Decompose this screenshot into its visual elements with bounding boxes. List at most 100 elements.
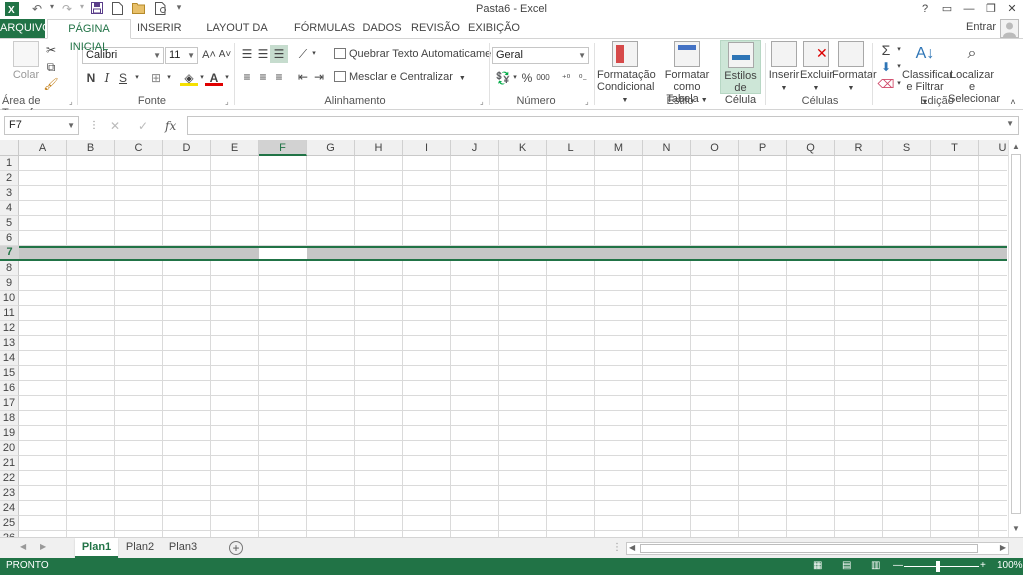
increase-indent-icon[interactable]: ⇥ [310,68,328,86]
column-header[interactable]: A [19,140,67,156]
tab-dados[interactable]: DADOS [362,19,402,38]
column-header[interactable]: H [355,140,403,156]
row-header[interactable]: 3 [0,186,19,201]
row-header[interactable]: 23 [0,486,19,501]
column-header[interactable]: M [595,140,643,156]
row-header[interactable]: 15 [0,366,19,381]
page-break-view-icon[interactable]: ▥ [871,560,880,571]
column-header[interactable]: D [163,140,211,156]
column-header[interactable]: Q [787,140,835,156]
column-header[interactable]: N [643,140,691,156]
vertical-scroll-thumb[interactable] [1011,154,1021,514]
minimize-button[interactable]: — [958,1,980,17]
sheet-tab-plan3[interactable]: Plan3 [163,538,203,558]
find-select-button[interactable]: ⌕ Localizar e Selecionar ▼ [948,41,1000,119]
row-header[interactable]: 5 [0,216,19,231]
scroll-up-icon[interactable]: ▲ [1012,142,1020,151]
cell-styles-button[interactable]: Estilos de Célula ▼ [720,40,761,119]
column-header[interactable]: O [691,140,739,156]
column-header[interactable]: I [403,140,451,156]
next-sheet-icon[interactable]: ▶ [40,542,46,551]
open-icon[interactable] [130,2,148,17]
shrink-font-button[interactable]: A˅ [216,46,234,64]
merge-center-button[interactable]: Mesclar e Centralizar ▼ [334,71,466,83]
normal-view-icon[interactable]: ▦ [813,560,822,571]
row-header[interactable]: 4 [0,201,19,216]
row-header[interactable]: 16 [0,381,19,396]
tab-inserir[interactable]: INSERIR [137,19,182,38]
zoom-in-button[interactable]: + [980,560,986,571]
row-header[interactable]: 11 [0,306,19,321]
orientation-dropdown-icon[interactable]: ▾ [305,45,323,63]
row-header[interactable]: 6 [0,231,19,246]
row-header[interactable]: 17 [0,396,19,411]
select-all-button[interactable] [0,140,19,156]
restore-button[interactable]: ❐ [980,1,1002,17]
row-header[interactable]: 12 [0,321,19,336]
decrease-decimal-icon[interactable]: ⁰₋ [574,69,592,87]
tab-exibicao[interactable]: EXIBIÇÃO [468,19,520,38]
tab-pagina-inicial[interactable]: PÁGINA INICIAL [47,19,131,53]
row-header[interactable]: 2 [0,171,19,186]
insert-cells-button[interactable]: Inserir ▼ [768,41,800,95]
clipboard-launcher-icon[interactable]: ⌟ [69,98,77,106]
row-header[interactable]: 25 [0,516,19,531]
paste-button[interactable]: Colar [9,41,43,81]
column-header[interactable]: G [307,140,355,156]
column-header[interactable]: S [883,140,931,156]
active-cell[interactable] [259,246,307,261]
font-size-combo[interactable]: 11 ▼ [165,47,198,64]
zoom-level[interactable]: 100% [997,560,1023,571]
tab-layout-da-pagina[interactable]: LAYOUT DA PÁGINA [189,19,285,52]
column-header[interactable]: T [931,140,979,156]
close-button[interactable]: ✕ [1001,1,1023,17]
column-header[interactable]: L [547,140,595,156]
row-header[interactable]: 9 [0,276,19,291]
column-header[interactable]: K [499,140,547,156]
format-painter-icon[interactable]: 🖌 [42,75,60,93]
zoom-slider-handle[interactable] [936,561,940,572]
tab-split-handle-icon[interactable]: ⋮ [612,542,622,553]
insert-function-button[interactable]: fx [165,119,176,133]
wrap-text-button[interactable]: Quebrar Texto Automaticamente [334,48,507,60]
scroll-right-icon[interactable]: ▶ [1000,543,1006,552]
help-button[interactable]: ? [914,1,936,17]
number-launcher-icon[interactable]: ⌟ [585,98,593,106]
vertical-scrollbar[interactable]: ▲ ▼ [1008,140,1023,537]
column-header[interactable]: B [67,140,115,156]
page-layout-view-icon[interactable]: ▤ [842,560,851,571]
row-header[interactable]: 10 [0,291,19,306]
borders-dropdown-icon[interactable]: ▾ [160,69,178,87]
zoom-slider-track[interactable] [904,566,979,567]
tab-formulas[interactable]: FÓRMULAS [294,19,355,38]
column-header[interactable]: C [115,140,163,156]
save-icon[interactable] [88,2,106,17]
selected-row-header[interactable]: 7 [0,246,19,261]
scroll-down-icon[interactable]: ▼ [1012,524,1020,533]
horizontal-scrollbar[interactable]: ◀ ▶ [626,542,1009,555]
row-header[interactable]: 18 [0,411,19,426]
cancel-entry-icon[interactable]: ✕ [110,119,120,133]
cut-icon[interactable]: ✂ [42,41,60,59]
new-sheet-button[interactable]: + [229,541,243,555]
worksheet-grid[interactable]: ABCDEFGHIJKLMNOPQRSTU 1 2 3 4 5 6 8 9 10 11 12 13 14… [0,140,1023,537]
column-header[interactable]: R [835,140,883,156]
align-right-icon[interactable]: ≡ [270,68,288,86]
row-header[interactable]: 8 [0,261,19,276]
prev-sheet-icon[interactable]: ◀ [20,542,26,551]
number-format-combo[interactable]: Geral ▼ [492,47,589,64]
confirm-entry-icon[interactable]: ✓ [138,119,148,133]
scroll-left-icon[interactable]: ◀ [629,543,635,552]
increase-decimal-icon[interactable]: ⁺⁰ [557,69,575,87]
new-icon[interactable] [108,2,126,17]
avatar[interactable] [1000,19,1019,38]
tab-arquivo[interactable]: ARQUIVO [0,19,51,38]
alignment-launcher-icon[interactable]: ⌟ [480,98,488,106]
row-header[interactable]: 20 [0,441,19,456]
font-launcher-icon[interactable]: ⌟ [225,98,233,106]
selected-row[interactable] [19,246,1007,261]
align-bottom-icon[interactable]: ☰ [270,45,288,63]
sheet-tab-plan2[interactable]: Plan2 [120,538,160,558]
horizontal-scroll-thumb[interactable] [640,544,978,553]
print-preview-icon[interactable] [152,2,170,17]
